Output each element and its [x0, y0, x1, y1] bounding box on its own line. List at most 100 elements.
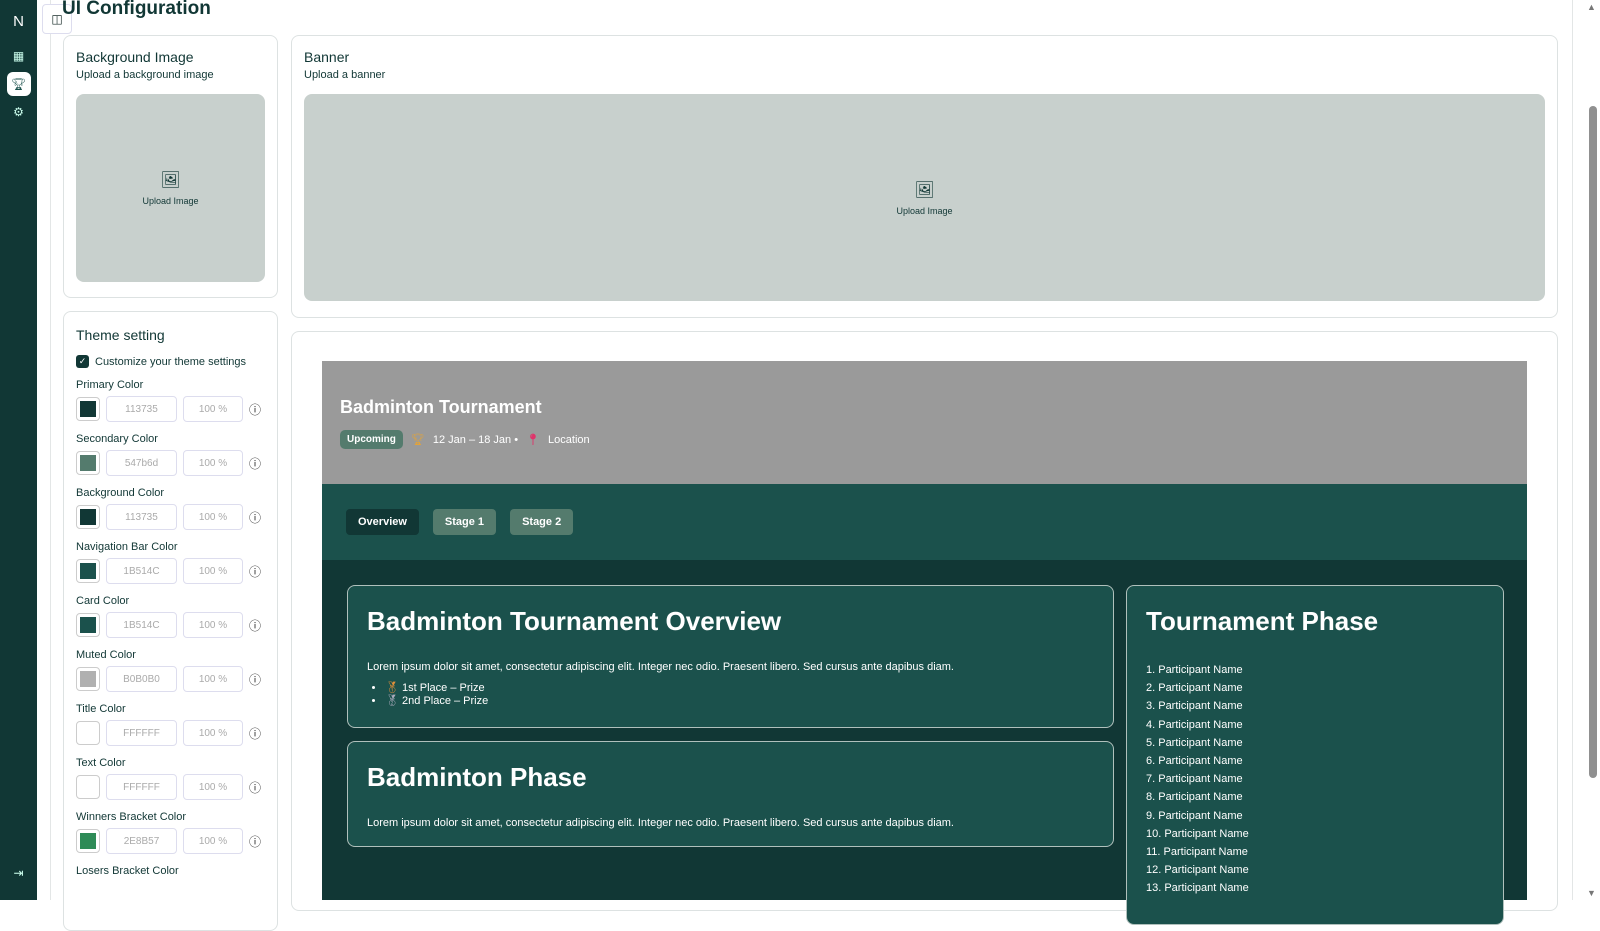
preview-body: Badminton Tournament Overview Lorem ipsu… [322, 560, 1527, 925]
phase-text: Lorem ipsum dolor sit amet, consectetur … [367, 817, 954, 829]
card-title: Theme setting [76, 327, 165, 343]
sidebar: N ▦ 🏆︎ ⚙ ⇥ [0, 0, 37, 900]
opacity-input[interactable]: 100 % [183, 504, 243, 530]
opacity-input[interactable]: 100 % [183, 558, 243, 584]
logout-icon[interactable]: ⇥ [13, 866, 23, 880]
opacity-input[interactable]: 100 % [183, 450, 243, 476]
hex-input[interactable]: 1B514C [106, 612, 177, 638]
color-row: 547b6d 100 % ⓘ [76, 450, 265, 476]
color-row: B0B0B0 100 % ⓘ [76, 666, 265, 692]
pin-icon: 📍︎ [526, 434, 541, 446]
tournament-title: Badminton Tournament [340, 397, 542, 417]
participant-item: 3. Participant Name [1146, 700, 1243, 713]
color-swatch[interactable] [76, 775, 100, 799]
participant-item: 5. Participant Name [1146, 736, 1243, 749]
info-icon[interactable]: ⓘ [249, 455, 261, 472]
color-swatch[interactable] [76, 559, 100, 583]
trophy-icon[interactable]: 🏆︎ [6, 72, 31, 96]
banner-upload-area[interactable]: 🖼︎ Upload Image [304, 94, 1545, 301]
overview-title: Badminton Tournament Overview [367, 606, 782, 636]
opacity-input[interactable]: 100 % [183, 396, 243, 422]
info-icon[interactable]: ⓘ [249, 833, 261, 850]
info-icon[interactable]: ⓘ [249, 779, 261, 796]
info-icon[interactable]: ⓘ [249, 671, 261, 688]
hex-input[interactable]: FFFFFF [106, 774, 177, 800]
opacity-input[interactable]: 100 % [183, 828, 243, 854]
hex-input[interactable]: 1B514C [106, 558, 177, 584]
tournament-phase-title: Tournament Phase [1146, 606, 1379, 636]
color-swatch[interactable] [76, 613, 100, 637]
background-upload-area[interactable]: 🖼︎ Upload Image [76, 94, 265, 282]
checkbox[interactable]: ✓ [76, 355, 89, 368]
hex-input[interactable]: 113735 [106, 504, 177, 530]
info-icon[interactable]: ⓘ [249, 401, 261, 418]
color-swatch[interactable] [76, 829, 100, 853]
participant-item: 8. Participant Name [1146, 791, 1243, 804]
participant-item: 10. Participant Name [1146, 827, 1249, 840]
image-icon: 🖼︎ [914, 181, 935, 199]
participant-item: 9. Participant Name [1146, 809, 1243, 822]
info-icon[interactable]: ⓘ [249, 509, 261, 526]
scroll-down-icon[interactable]: ▼ [1587, 888, 1596, 898]
prize-item: 🥈︎ 2nd Place – Prize [385, 694, 1094, 707]
info-icon[interactable]: ⓘ [249, 725, 261, 742]
color-label: Winners Bracket Color [76, 811, 187, 823]
tab-stage-2[interactable]: Stage 2 [510, 509, 574, 535]
color-swatch[interactable] [76, 667, 100, 691]
upload-label: Upload Image [896, 205, 953, 216]
color-label: Navigation Bar Color [76, 541, 178, 553]
logo: N [13, 13, 24, 30]
color-row: FFFFFF 100 % ⓘ [76, 774, 265, 800]
color-label: Muted Color [76, 649, 136, 661]
phase-card: Badminton Phase Lorem ipsum dolor sit am… [347, 741, 1114, 847]
color-label: Background Color [76, 487, 165, 499]
color-row: 113735 100 % ⓘ [76, 396, 265, 422]
hex-input[interactable]: 113735 [106, 396, 177, 422]
prize-item: 🥇︎ 1st Place – Prize [385, 681, 1094, 694]
scroll-thumb[interactable] [1589, 106, 1597, 778]
color-row: 1B514C 100 % ⓘ [76, 558, 265, 584]
participant-item: 4. Participant Name [1146, 718, 1243, 731]
hex-input[interactable]: 2E8B57 [106, 828, 177, 854]
opacity-input[interactable]: 100 % [183, 720, 243, 746]
opacity-input[interactable]: 100 % [183, 612, 243, 638]
color-row: FFFFFF 100 % ⓘ [76, 720, 265, 746]
color-swatch[interactable] [76, 721, 100, 745]
location: Location [548, 433, 590, 446]
status-badge: Upcoming [340, 430, 403, 449]
opacity-input[interactable]: 100 % [183, 666, 243, 692]
color-row: 1B514C 100 % ⓘ [76, 612, 265, 638]
hex-input[interactable]: B0B0B0 [106, 666, 177, 692]
tab-overview[interactable]: Overview [346, 509, 419, 535]
color-label: Losers Bracket Color [76, 865, 179, 877]
hex-input[interactable]: FFFFFF [106, 720, 177, 746]
participant-item: 2. Participant Name [1146, 682, 1243, 695]
hex-input[interactable]: 547b6d [106, 450, 177, 476]
dashboard-icon[interactable]: ▦ [7, 44, 31, 68]
image-icon: 🖼︎ [160, 172, 181, 189]
theme-setting-card: Theme setting ✓ Customize your theme set… [63, 311, 278, 931]
info-icon[interactable]: ⓘ [249, 563, 261, 580]
color-swatch[interactable] [76, 397, 100, 421]
color-swatch[interactable] [76, 451, 100, 475]
phase-title: Badminton Phase [367, 762, 587, 792]
card-title: Banner [304, 49, 350, 65]
color-label: Primary Color [76, 379, 144, 391]
tournament-phase-card: Tournament Phase 1. Participant Name 2. P… [1126, 585, 1504, 925]
banner-card: Banner Upload a banner 🖼︎ Upload Image [291, 35, 1558, 318]
preview-banner: Badminton Tournament Upcoming 🏆︎ 12 Jan … [322, 361, 1527, 484]
participant-item: 1. Participant Name [1146, 664, 1243, 676]
dates: 12 Jan – 18 Jan • [432, 433, 519, 446]
gear-icon[interactable]: ⚙ [7, 100, 31, 124]
customize-checkbox-row[interactable]: ✓ Customize your theme settings [76, 355, 265, 368]
participant-item: 13. Participant Name [1146, 882, 1249, 895]
checkbox-label: Customize your theme settings [95, 355, 247, 368]
opacity-input[interactable]: 100 % [183, 774, 243, 800]
tab-stage-1[interactable]: Stage 1 [432, 509, 497, 535]
info-icon[interactable]: ⓘ [249, 617, 261, 634]
scrollbar[interactable]: ▲ ▼ [1585, 0, 1600, 900]
color-swatch[interactable] [76, 505, 100, 529]
color-row: 2E8B57 100 % ⓘ [76, 828, 265, 854]
scroll-up-icon[interactable]: ▲ [1587, 2, 1596, 12]
color-label: Card Color [76, 595, 130, 607]
